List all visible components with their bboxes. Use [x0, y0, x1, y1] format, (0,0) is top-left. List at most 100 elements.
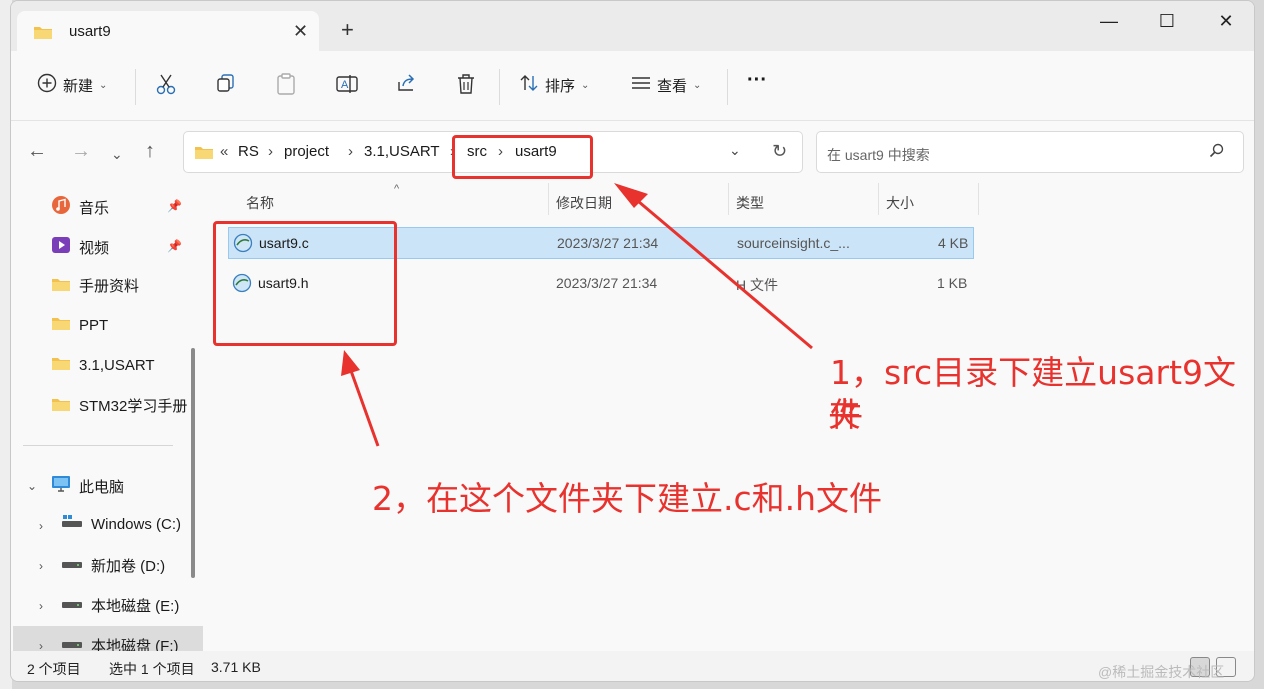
breadcrumb-rs[interactable]: RS [238, 143, 259, 160]
cut-button[interactable] [156, 73, 176, 95]
tab-usart9[interactable]: usart9 ✕ [17, 11, 319, 51]
search-placeholder: 在 usart9 中搜索 [827, 147, 930, 163]
sidebar-item-label: Windows (C:) [91, 515, 182, 533]
column-header-type[interactable]: 类型 [736, 193, 764, 213]
file-type: sourceinsight.c_... [737, 235, 850, 251]
drive-icon [61, 637, 83, 651]
column-header-size[interactable]: 大小 [886, 193, 914, 213]
view-button[interactable]: 查看 ⌄ [631, 73, 701, 97]
sidebar-item-this-pc[interactable]: 此电脑 [51, 475, 124, 497]
sidebar-scrollbar[interactable] [191, 348, 195, 578]
computer-icon [51, 475, 71, 497]
annotation-box-breadcrumb [452, 135, 593, 179]
forward-arrow-icon[interactable]: → [71, 141, 91, 161]
column-divider [548, 183, 549, 215]
sidebar-item-label: STM32学习手册 [79, 398, 188, 415]
annotation-note-1-line-1: 1，src目录下建立usart9文件 [830, 353, 1237, 434]
chevron-right-icon: › [348, 143, 353, 160]
new-tab-button[interactable]: + [341, 19, 354, 41]
breadcrumb-usart[interactable]: 3.1,USART [364, 143, 440, 160]
chevron-right-icon[interactable]: › [39, 639, 43, 651]
command-bar: 新建 ⌄ A 排序 ⌄ 查看 ⌄ ··· [11, 51, 1254, 121]
sidebar-item-usart[interactable]: 3.1,USART [51, 355, 155, 375]
tab-title: usart9 [69, 23, 111, 40]
sidebar-item-ppt[interactable]: PPT [51, 315, 108, 335]
scissors-icon [156, 74, 176, 95]
close-tab-icon[interactable]: ✕ [293, 21, 308, 42]
sidebar-item-label: PPT [79, 316, 109, 334]
chevron-right-icon[interactable]: › [39, 519, 43, 533]
recent-locations-chevron-icon[interactable]: ⌄ [111, 144, 123, 164]
watermark: @稀土掘金技术社区 [1098, 664, 1225, 680]
drive-icon [61, 597, 83, 614]
title-bar: usart9 ✕ + — ☐ ✕ [11, 1, 1254, 51]
sidebar-item-video[interactable]: 视频 [51, 235, 109, 259]
chevron-down-icon: ⌄ [581, 79, 590, 91]
column-header-name[interactable]: 名称 [246, 193, 274, 213]
search-icon [1209, 143, 1225, 162]
navigation-bar: ← → ⌄ ↑ « RS › project › 3.1,USART › src… [11, 121, 1254, 183]
copy-icon [217, 74, 234, 92]
toolbar-divider [135, 69, 136, 105]
chevron-right-icon[interactable]: › [39, 559, 43, 573]
chevron-down-icon: ⌄ [693, 79, 702, 91]
maximize-button[interactable]: ☐ [1155, 11, 1179, 32]
svg-text:A: A [341, 79, 349, 91]
rename-icon: A [336, 75, 358, 93]
folder-icon [194, 144, 214, 163]
chevron-right-icon: › [268, 143, 273, 160]
column-divider [878, 183, 879, 215]
view-label: 查看 [657, 77, 688, 95]
copy-button[interactable] [216, 73, 236, 93]
pin-icon: 📌 [167, 199, 182, 213]
chevron-down-icon: ⌄ [99, 79, 108, 91]
sort-button[interactable]: 排序 ⌄ [519, 73, 589, 97]
sidebar-item-label: 3.1,USART [79, 356, 155, 374]
delete-button[interactable] [456, 73, 476, 95]
file-explorer-window: usart9 ✕ + — ☐ ✕ 新建 ⌄ A 排序 ⌄ 查看 ⌄ ··· ← … [10, 0, 1255, 682]
address-dropdown-icon[interactable]: ⌄ [729, 142, 741, 159]
column-divider [728, 183, 729, 215]
sort-icon [519, 73, 539, 97]
clipboard-icon [277, 73, 295, 95]
more-options-button[interactable]: ··· [747, 69, 767, 92]
share-button[interactable] [396, 73, 418, 93]
column-divider [978, 183, 979, 215]
search-box[interactable]: 在 usart9 中搜索 [816, 131, 1244, 173]
refresh-icon[interactable]: ↻ [772, 141, 787, 162]
paste-button[interactable] [276, 73, 296, 95]
navigation-pane: 音乐 📌 视频 📌 手册资料 PPT 3.1,USART STM32学习手册 ⌄ [11, 183, 206, 651]
sidebar-item-drive-c[interactable]: Windows (C:) [61, 515, 181, 533]
share-icon [398, 74, 415, 91]
sort-ascending-icon: ^ [394, 183, 400, 195]
toolbar-divider [727, 69, 728, 105]
new-label: 新建 [63, 77, 94, 95]
up-arrow-icon[interactable]: ↑ [145, 141, 155, 161]
view-list-icon [631, 73, 651, 97]
sidebar-item-music[interactable]: 音乐 [51, 195, 109, 219]
trash-icon [458, 74, 474, 94]
close-window-button[interactable]: ✕ [1214, 11, 1238, 32]
back-arrow-icon[interactable]: ← [27, 141, 47, 161]
sidebar-item-drive-e[interactable]: 本地磁盘 (E:) [61, 595, 179, 616]
windows-drive-icon [61, 515, 83, 533]
toolbar-divider [499, 69, 500, 105]
folder-icon [51, 276, 71, 296]
column-header-modified[interactable]: 修改日期 [556, 193, 612, 213]
item-count: 2 个项目 [27, 661, 81, 677]
annotation-box-files [213, 221, 397, 346]
rename-button[interactable]: A [336, 73, 358, 95]
new-button[interactable]: 新建 ⌄ [37, 73, 107, 97]
drive-icon [61, 557, 83, 574]
sidebar-item-manuals[interactable]: 手册资料 [51, 275, 139, 296]
breadcrumb-overflow[interactable]: « [220, 143, 228, 160]
sidebar-item-drive-f[interactable]: 本地磁盘 (F:) [61, 635, 179, 651]
selection-count: 选中 1 个项目 [109, 661, 195, 677]
breadcrumb-project[interactable]: project [284, 143, 329, 160]
sidebar-item-drive-d[interactable]: 新加卷 (D:) [61, 555, 165, 576]
chevron-right-icon[interactable]: › [39, 599, 43, 613]
chevron-down-icon[interactable]: ⌄ [27, 479, 37, 493]
plus-circle-icon [37, 73, 57, 97]
sidebar-item-stm32[interactable]: STM32学习手册 [51, 395, 187, 416]
minimize-button[interactable]: — [1097, 11, 1121, 32]
